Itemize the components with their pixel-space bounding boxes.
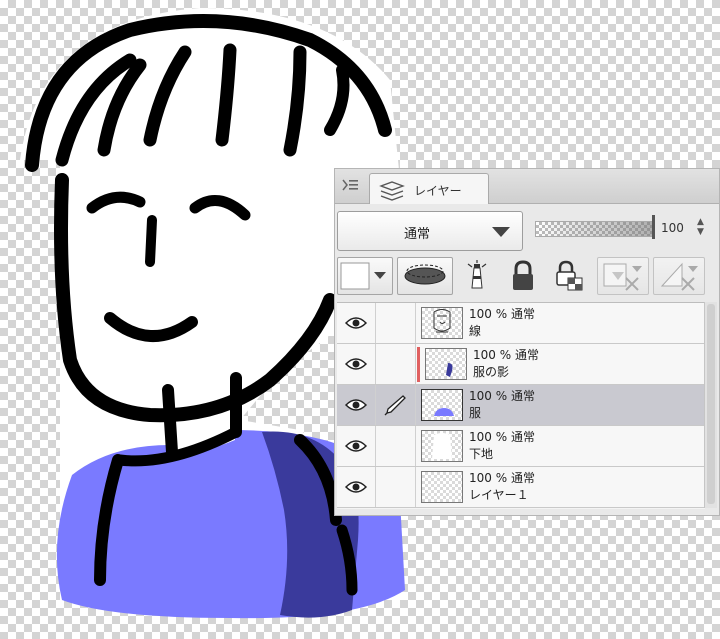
lock-layer-button[interactable] [503,257,543,295]
hair-strand [215,43,237,147]
eye-icon [345,399,367,411]
layer-blend-mode: 通常 [510,307,535,321]
percent-unit: % [495,471,508,485]
layer-list-scrollbar[interactable] [704,302,717,508]
opacity-slider-handle[interactable] [652,215,655,239]
ruler-button[interactable] [653,257,705,295]
opacity-spinner[interactable]: ▲ ▼ [697,217,704,237]
eye-icon [345,440,367,452]
visibility-toggle[interactable] [337,344,376,384]
layer-opacity: 100 [469,471,492,485]
nose [145,215,157,267]
layer-name: 下地 [469,447,494,461]
visibility-toggle[interactable] [337,303,376,343]
lock-transparent-button[interactable] [549,257,589,295]
layer-blend-mode: 通常 [510,389,535,403]
eye-icon [345,358,367,370]
visibility-toggle[interactable] [337,426,376,466]
layer-mask-icon [603,263,642,291]
visibility-toggle[interactable] [337,467,376,507]
percent-unit: % [495,430,508,444]
layer-row[interactable]: 100 % 通常 線 [337,303,705,344]
neck-left [162,384,178,458]
layer-thumbnail [421,430,463,462]
scrollbar-thumb[interactable] [707,304,715,504]
layer-row[interactable]: 100 % 通常 服の影 [337,344,705,385]
panel-tabbar: レイヤー [335,169,719,204]
layer-name: レイヤー１ [469,488,529,502]
eye-icon [345,317,367,329]
pen-icon [384,395,406,416]
layer-blend-mode: 通常 [514,348,539,362]
layer-row[interactable]: 100 % 通常 下地 [337,426,705,467]
layer-tool-cell [375,467,416,507]
opacity-value: 100 [661,221,684,235]
percent-unit: % [499,348,512,362]
clip-to-layer-icon [404,264,446,285]
opacity-slider[interactable] [535,221,655,237]
layer-blend-mode: 通常 [510,430,535,444]
layers-stack-icon [379,181,405,201]
clipping-indicator [417,347,420,382]
layer-tool-cell [375,303,416,343]
lock-transparent-icon [556,260,583,291]
percent-unit: % [495,307,508,321]
eye-icon [345,481,367,493]
opacity-fill [536,222,654,236]
layer-row[interactable]: 100 % 通常 レイヤー１ [337,467,705,508]
layer-blend-mode: 通常 [510,471,535,485]
layer-name: 服の影 [473,365,510,379]
layer-toolbar [335,257,719,299]
reference-layer-button[interactable] [457,257,497,295]
layer-thumbnail [425,348,467,380]
lock-icon [513,260,533,290]
ruler-icon [660,262,698,291]
clip-to-layer-button[interactable] [397,257,453,295]
layer-thumbnail [421,389,463,421]
layer-name: 線 [469,324,482,338]
layer-mask-button[interactable] [597,257,649,295]
tab-label: レイヤー [414,184,462,198]
layer-color-button[interactable] [337,257,393,295]
visibility-toggle[interactable] [337,385,376,425]
layer-name: 服 [469,406,482,420]
panel-menu-icon[interactable] [341,178,361,194]
percent-unit: % [495,389,508,403]
chevron-down-icon [492,227,510,237]
blend-mode-value: 通常 [404,227,431,242]
layer-thumbnail [421,307,463,339]
layer-panel: レイヤー 通常 100 ▲ ▼ 100 % 通常 線 100 % 通常 服の影 … [334,168,720,516]
reference-layer-icon [467,260,487,289]
layer-color-icon [340,262,386,290]
tab-layer[interactable]: レイヤー [369,173,489,204]
layer-thumbnail [421,471,463,503]
layer-list: 100 % 通常 線 100 % 通常 服の影 100 % 通常 服 100 %… [337,302,705,509]
layer-row-selected[interactable]: 100 % 通常 服 [337,385,705,426]
layer-tool-cell [375,344,416,384]
blend-mode-select[interactable]: 通常 [337,211,523,251]
layer-opacity: 100 [469,389,492,403]
layer-tool-cell [375,385,416,425]
layer-opacity: 100 [473,348,496,362]
layer-tool-cell [375,426,416,466]
layer-opacity: 100 [469,307,492,321]
layer-opacity: 100 [469,430,492,444]
